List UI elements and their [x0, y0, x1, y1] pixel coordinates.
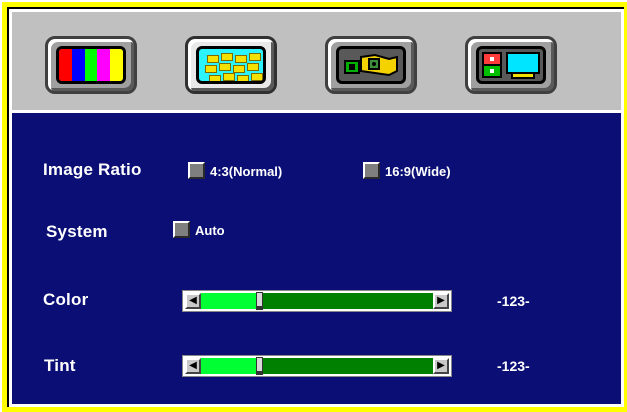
tint-decrease-icon[interactable]: ◀	[185, 358, 201, 374]
image-ratio-label: Image Ratio	[43, 160, 142, 179]
image-adjust-icon	[196, 46, 266, 84]
tab-bar	[12, 12, 621, 113]
system-auto-checkbox[interactable]	[173, 221, 190, 238]
tools-graphic	[344, 53, 398, 77]
tint-slider[interactable]: ◀ ▶	[182, 355, 452, 377]
tab-image[interactable]	[185, 36, 277, 94]
tab-pc[interactable]	[465, 36, 557, 94]
tab-tools[interactable]	[325, 36, 417, 94]
pc-input-icon	[476, 46, 546, 84]
ratio-4-3-checkbox[interactable]	[188, 162, 205, 179]
color-bars-icon	[56, 46, 126, 84]
ratio-16-9-option[interactable]: 16:9(Wide)	[385, 164, 451, 179]
tint-slider-knob[interactable]	[256, 357, 263, 375]
color-increase-icon[interactable]: ▶	[433, 293, 449, 309]
tint-slider-fill	[201, 358, 259, 374]
ratio-4-3-option[interactable]: 4:3(Normal)	[210, 164, 282, 179]
system-label: System	[46, 222, 108, 241]
color-slider[interactable]: ◀ ▶	[182, 290, 452, 312]
pc-graphic	[482, 52, 540, 79]
color-slider-fill	[201, 293, 259, 309]
tools-icon	[336, 46, 406, 84]
tab-color[interactable]	[45, 36, 137, 94]
color-slider-track	[201, 292, 433, 310]
osd-window: Image Ratio 4:3(Normal) 16:9(Wide) Syste…	[9, 9, 624, 407]
color-slider-knob[interactable]	[256, 292, 263, 310]
osd-menu: Image Ratio 4:3(Normal) 16:9(Wide) Syste…	[0, 0, 627, 412]
tint-label: Tint	[44, 356, 76, 375]
color-label: Color	[43, 290, 89, 309]
system-auto-option[interactable]: Auto	[195, 223, 225, 238]
tint-value: -123-	[497, 358, 530, 374]
tint-increase-icon[interactable]: ▶	[433, 358, 449, 374]
color-decrease-icon[interactable]: ◀	[185, 293, 201, 309]
ratio-16-9-checkbox[interactable]	[363, 162, 380, 179]
tint-slider-track	[201, 357, 433, 375]
color-value: -123-	[497, 293, 530, 309]
settings-panel: Image Ratio 4:3(Normal) 16:9(Wide) Syste…	[12, 113, 621, 404]
